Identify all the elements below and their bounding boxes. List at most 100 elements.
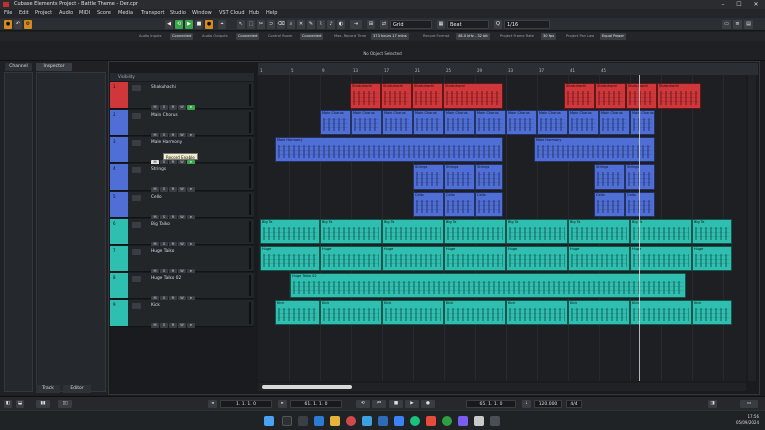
play-button[interactable]: ▶ bbox=[185, 20, 193, 29]
midi-part[interactable]: Main Chorus bbox=[568, 110, 599, 135]
midi-part[interactable]: Male Harmony bbox=[275, 137, 503, 162]
midi-part[interactable]: Huge bbox=[382, 246, 444, 271]
click-toggle[interactable]: ♩ bbox=[522, 400, 531, 408]
mute-tool-icon[interactable]: ✕ bbox=[297, 20, 305, 29]
record-button[interactable]: ● bbox=[205, 20, 213, 29]
track-row[interactable]: 4 Strings MSRWe bbox=[110, 164, 254, 192]
menu-midi[interactable]: MIDI bbox=[79, 9, 90, 18]
track-name[interactable]: Huge Taiko 02 bbox=[151, 276, 181, 281]
store-icon[interactable] bbox=[378, 416, 388, 426]
midi-part[interactable]: Huge bbox=[320, 246, 382, 271]
menu-studio[interactable]: Studio bbox=[170, 9, 186, 18]
notes-icon[interactable] bbox=[474, 416, 484, 426]
play-tool-icon[interactable]: ♪ bbox=[327, 20, 335, 29]
midi-part[interactable]: Main Chorus bbox=[320, 110, 351, 135]
discord-icon[interactable] bbox=[458, 416, 468, 426]
cycle-toggle[interactable]: ⟲ bbox=[356, 400, 370, 408]
midi-part[interactable]: Huge bbox=[260, 246, 320, 271]
track-name[interactable]: Shakuhachi bbox=[151, 85, 176, 90]
midi-part[interactable]: Main Chorus bbox=[475, 110, 506, 135]
midi-part[interactable]: Main Chorus bbox=[537, 110, 568, 135]
left-locator-field[interactable]: 1. 1. 1. 0 bbox=[220, 400, 272, 408]
menu-file[interactable]: File bbox=[4, 9, 12, 18]
position-display[interactable]: 65. 1. 1. 0 bbox=[466, 400, 516, 408]
midi-part[interactable]: Kick bbox=[444, 300, 506, 325]
meter-icon[interactable]: ▭ bbox=[740, 400, 758, 408]
menu-edit[interactable]: Edit bbox=[19, 9, 29, 18]
solo-button[interactable]: S bbox=[160, 323, 168, 328]
vertical-scrollbar[interactable] bbox=[748, 75, 756, 381]
track-row[interactable]: 9 Kick MSRWe bbox=[110, 300, 254, 328]
event-display[interactable]: Shakuhachi Shakuhachi Shakuhachi Shakuha… bbox=[258, 75, 746, 381]
midi-part[interactable]: Main Chorus bbox=[630, 110, 655, 135]
right-locator-field[interactable]: 61. 1. 1. 0 bbox=[290, 400, 342, 408]
edge-icon[interactable] bbox=[362, 416, 372, 426]
midi-part[interactable]: Main Chorus bbox=[506, 110, 537, 135]
play-transport-button[interactable]: ▶ bbox=[405, 400, 419, 408]
time-warp-tool-icon[interactable]: ⌇ bbox=[317, 20, 325, 29]
midi-part[interactable]: Shakuhachi bbox=[595, 83, 626, 109]
midi-part[interactable]: Kick bbox=[506, 300, 568, 325]
midi-part[interactable]: Cello bbox=[444, 192, 475, 217]
midi-part[interactable]: Cello bbox=[475, 192, 503, 217]
midi-part[interactable]: Huge bbox=[444, 246, 506, 271]
lower-zone-toggle[interactable]: ⬓ bbox=[16, 400, 24, 408]
track-name[interactable]: Main Chorus bbox=[151, 113, 178, 118]
activate-project-button[interactable]: ● bbox=[4, 20, 12, 29]
track-name[interactable]: Huge Taiko bbox=[151, 249, 174, 254]
midi-part[interactable]: Big Ta bbox=[444, 219, 506, 244]
track-row[interactable]: 1 Shakuhachi MSRWe bbox=[110, 82, 254, 110]
menu-transport[interactable]: Transport bbox=[141, 9, 164, 18]
stop-transport-button[interactable]: ■ bbox=[389, 400, 403, 408]
close-button[interactable]: ✕ bbox=[749, 0, 763, 9]
window-layout-icon[interactable]: ▭ bbox=[722, 20, 731, 29]
menu-hub[interactable]: Hub bbox=[249, 9, 259, 18]
track-name[interactable]: Kick bbox=[151, 303, 160, 308]
scroll-thumb[interactable] bbox=[262, 385, 352, 389]
undo-icon[interactable]: ↶ bbox=[14, 20, 22, 29]
midi-part[interactable]: Big Ta bbox=[320, 219, 382, 244]
horizontal-scrollbar[interactable] bbox=[258, 383, 746, 391]
left-zone-toggle[interactable]: ◧ bbox=[4, 400, 12, 408]
midi-part[interactable]: Shakuhachi bbox=[381, 83, 412, 109]
rewind-button[interactable]: ◀ bbox=[165, 20, 173, 29]
track-row[interactable]: 7 Huge Taiko MSRWe bbox=[110, 246, 254, 274]
tab-channel[interactable]: Channel bbox=[5, 63, 32, 71]
auto-scroll-icon[interactable]: ⇥ bbox=[350, 20, 362, 29]
midi-part[interactable]: Kick bbox=[382, 300, 444, 325]
midi-part[interactable]: Shakuhachi bbox=[443, 83, 503, 109]
grid-value-select[interactable]: Beat bbox=[447, 20, 489, 29]
midi-part[interactable]: Main Chorus bbox=[444, 110, 475, 135]
snap-on-toggle[interactable]: ⇄ bbox=[380, 20, 388, 29]
midi-part[interactable]: Strings bbox=[444, 164, 475, 190]
midi-part[interactable]: Cello bbox=[625, 192, 655, 217]
stop-button[interactable]: ■ bbox=[195, 20, 203, 29]
midi-part[interactable]: Huge bbox=[506, 246, 568, 271]
cubase-taskbar-icon[interactable] bbox=[426, 416, 436, 426]
widgets-icon[interactable] bbox=[314, 416, 324, 426]
midi-part[interactable]: Big Ta bbox=[692, 219, 732, 244]
erase-tool-icon[interactable]: ⌫ bbox=[277, 20, 285, 29]
quantize-icon[interactable]: Q bbox=[494, 20, 502, 29]
zoom-tool-icon[interactable]: ⌕ bbox=[287, 20, 295, 29]
spotify-icon[interactable] bbox=[442, 416, 452, 426]
tab-editor[interactable]: Editor bbox=[63, 385, 91, 393]
menu-help[interactable]: Help bbox=[266, 9, 277, 18]
track-row[interactable]: 2 Main Chorus MSRWe bbox=[110, 110, 254, 138]
search-icon[interactable] bbox=[282, 416, 292, 426]
range-tool-icon[interactable]: ⬚ bbox=[247, 20, 255, 29]
midi-part[interactable]: Kick bbox=[320, 300, 382, 325]
cycle-button[interactable]: ⟲ bbox=[175, 20, 183, 29]
track-name[interactable]: Big Taiko bbox=[151, 222, 170, 227]
midi-part[interactable]: Male Harmony bbox=[534, 137, 655, 162]
snap-icon[interactable]: ⊞ bbox=[367, 20, 375, 29]
midi-part[interactable]: Main Chorus bbox=[599, 110, 630, 135]
midi-part[interactable]: Shakuhachi bbox=[412, 83, 443, 109]
minimize-button[interactable]: – bbox=[716, 0, 730, 9]
menu-audio[interactable]: Audio bbox=[59, 9, 73, 18]
track-row[interactable]: 6 Big Taiko MSRWe bbox=[110, 219, 254, 247]
marker-icon[interactable]: ⌖ bbox=[218, 20, 226, 29]
midi-part[interactable]: Shakuhachi bbox=[350, 83, 381, 109]
menu-media[interactable]: Media bbox=[118, 9, 133, 18]
mixer-icon[interactable]: ≡ bbox=[733, 20, 742, 29]
